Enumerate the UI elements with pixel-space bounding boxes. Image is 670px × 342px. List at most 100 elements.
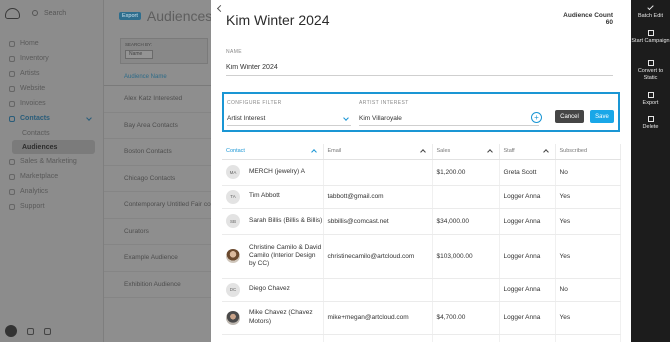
column-header-email[interactable]: Email: [323, 144, 433, 160]
table-header-row: Contact Email Sales Staff Subscribed: [222, 144, 621, 160]
batch-edit-button[interactable]: Batch Edit: [631, 3, 670, 20]
user-avatar[interactable]: [5, 325, 17, 337]
contact-sales: $34,000.00: [432, 208, 500, 235]
contact-name[interactable]: Diego Chavez: [249, 285, 290, 293]
sidebar-item-website[interactable]: Website: [0, 81, 103, 96]
list-item[interactable]: Bay Area Contacts: [104, 113, 211, 139]
contact-subscribed: Yes: [555, 208, 621, 235]
sidebar-item-contacts[interactable]: Contacts: [0, 111, 103, 126]
marketplace-icon: [9, 173, 15, 180]
contact-name[interactable]: Sarah Billis (Billis & Billis): [249, 217, 322, 225]
name-field[interactable]: [226, 60, 613, 76]
convert-to-static-button[interactable]: Convert to Static: [631, 60, 670, 81]
contact-staff: Greta Scott: [499, 159, 556, 186]
save-button[interactable]: Save: [590, 110, 614, 123]
sidebar-item-marketplace[interactable]: Marketplace: [0, 169, 103, 184]
back-chevron-icon[interactable]: [216, 4, 225, 13]
list-item[interactable]: Chicago Contacts: [104, 166, 211, 192]
sort-caret-icon: [310, 149, 317, 155]
chevron-down-icon: [86, 115, 92, 121]
contact-name[interactable]: MERCH (jewelry) A: [249, 168, 305, 176]
contact-email: christinecamilo@artcloud.com: [323, 234, 433, 279]
contact-name[interactable]: Tim Abbott: [249, 192, 280, 200]
table-row[interactable]: DC Diego Chavez Logger Anna No: [222, 278, 621, 302]
audience-detail-panel: Kim Winter 2024 Audience Count 60 NAME C…: [211, 0, 631, 342]
artcloud-logo-icon[interactable]: [5, 7, 20, 19]
sales-icon: [9, 158, 15, 165]
sidebar-item-inventory[interactable]: Inventory: [0, 51, 103, 66]
audience-name-header[interactable]: Audience Name: [104, 74, 211, 86]
sidebar-nav: Home Inventory Artists Website Invoices …: [0, 26, 103, 214]
cancel-button[interactable]: Cancel: [555, 110, 584, 123]
contact-name[interactable]: Mike Chavez (Chavez Motors): [249, 309, 323, 325]
avatar: SB: [226, 214, 240, 228]
search-by-select[interactable]: Name: [125, 50, 153, 59]
sidebar-item-support[interactable]: Support: [0, 199, 103, 214]
contact-sales: $1,200.00: [432, 159, 500, 186]
contact-name[interactable]: Christine Camilo & David Camilo (Interio…: [249, 244, 323, 268]
sidebar-item-home[interactable]: Home: [0, 36, 103, 51]
artist-interest-label: ARTIST INTEREST: [359, 100, 409, 106]
sidebar-item-analytics[interactable]: Analytics: [0, 184, 103, 199]
avatar: DC: [226, 282, 240, 297]
contact-staff: Logger Anna: [499, 208, 556, 235]
list-item[interactable]: Alex Katz Interested: [104, 86, 211, 113]
contact-subscribed: Yes: [555, 185, 621, 209]
table-row[interactable]: [222, 334, 621, 342]
search-by-label: SEARCH BY:: [125, 42, 153, 47]
inventory-icon: [9, 55, 15, 62]
sidebar-item-artists[interactable]: Artists: [0, 66, 103, 81]
contact-email: [323, 278, 433, 302]
column-header-contact[interactable]: Contact: [222, 144, 324, 160]
sidebar-search-placeholder: Search: [44, 9, 67, 17]
configure-filter-label: CONFIGURE FILTER: [227, 100, 282, 106]
column-header-staff[interactable]: Staff: [499, 144, 556, 160]
artist-interest-input[interactable]: Kim Villaroyale: [359, 112, 539, 126]
configure-filter-select[interactable]: Artist Interest: [227, 112, 351, 126]
chevron-down-icon: [343, 114, 349, 121]
sort-caret-icon: [542, 149, 549, 155]
contacts-table: Contact Email Sales Staff Subscribed MA M…: [222, 144, 621, 342]
sort-caret-icon: [419, 149, 426, 155]
list-item[interactable]: Curators: [104, 219, 211, 245]
sidebar-item-sales-marketing[interactable]: Sales & Marketing: [0, 154, 103, 169]
column-header-sales[interactable]: Sales: [432, 144, 500, 160]
audience-count-value: 60: [605, 19, 613, 26]
artist-interest-value: Kim Villaroyale: [359, 115, 402, 122]
sidebar-item-invoices[interactable]: Invoices: [0, 96, 103, 111]
bookmark-icon[interactable]: [27, 327, 34, 335]
contact-email: mike+megan@artcloud.com: [323, 301, 433, 335]
contact-staff: Logger Anna: [499, 301, 556, 335]
sort-caret-icon: [486, 149, 493, 155]
list-item[interactable]: Example Audience: [104, 245, 211, 272]
sidebar-subitem-audiences[interactable]: Audiences: [12, 140, 95, 154]
export-icon: [647, 92, 654, 98]
table-row[interactable]: TA Tim Abbott tabbott@gmail.com Logger An…: [222, 185, 621, 209]
table-row[interactable]: MA MERCH (jewelry) A $1,200.00 Greta Scot…: [222, 159, 621, 186]
app-sidebar: Search Home Inventory Artists Website In…: [0, 0, 103, 342]
start-campaign-button[interactable]: Start Campaign: [631, 30, 670, 45]
table-row[interactable]: SB Sarah Billis (Billis & Billis) sbbilli…: [222, 208, 621, 235]
avatar: TA: [226, 189, 240, 204]
column-header-subscribed[interactable]: Subscribed: [555, 144, 621, 160]
table-row[interactable]: Christine Camilo & David Camilo (Interio…: [222, 234, 621, 279]
add-filter-button[interactable]: +: [531, 112, 542, 123]
check-icon: [647, 3, 654, 11]
contact-subscribed: No: [555, 278, 621, 302]
list-item[interactable]: Boston Contacts: [104, 139, 211, 166]
table-row[interactable]: Mike Chavez (Chavez Motors) mike+megan@a…: [222, 301, 621, 335]
contacts-icon: [9, 115, 15, 122]
contact-sales: $103,000.00: [432, 234, 500, 279]
delete-button[interactable]: Delete: [631, 116, 670, 131]
list-item[interactable]: Contemporary Untitled Fair contacts: [104, 192, 211, 219]
sidebar-subitem-contacts[interactable]: Contacts: [0, 126, 103, 140]
sidebar-search[interactable]: Search: [32, 10, 66, 17]
artists-icon: [9, 70, 15, 77]
export-badge[interactable]: Export: [119, 12, 141, 20]
avatar: [226, 310, 240, 325]
contact-sales: [432, 185, 500, 209]
bell-icon[interactable]: [44, 327, 51, 335]
export-button[interactable]: Export: [631, 92, 670, 107]
name-label: NAME: [226, 49, 243, 55]
list-item[interactable]: Exhibition Audience: [104, 272, 211, 298]
